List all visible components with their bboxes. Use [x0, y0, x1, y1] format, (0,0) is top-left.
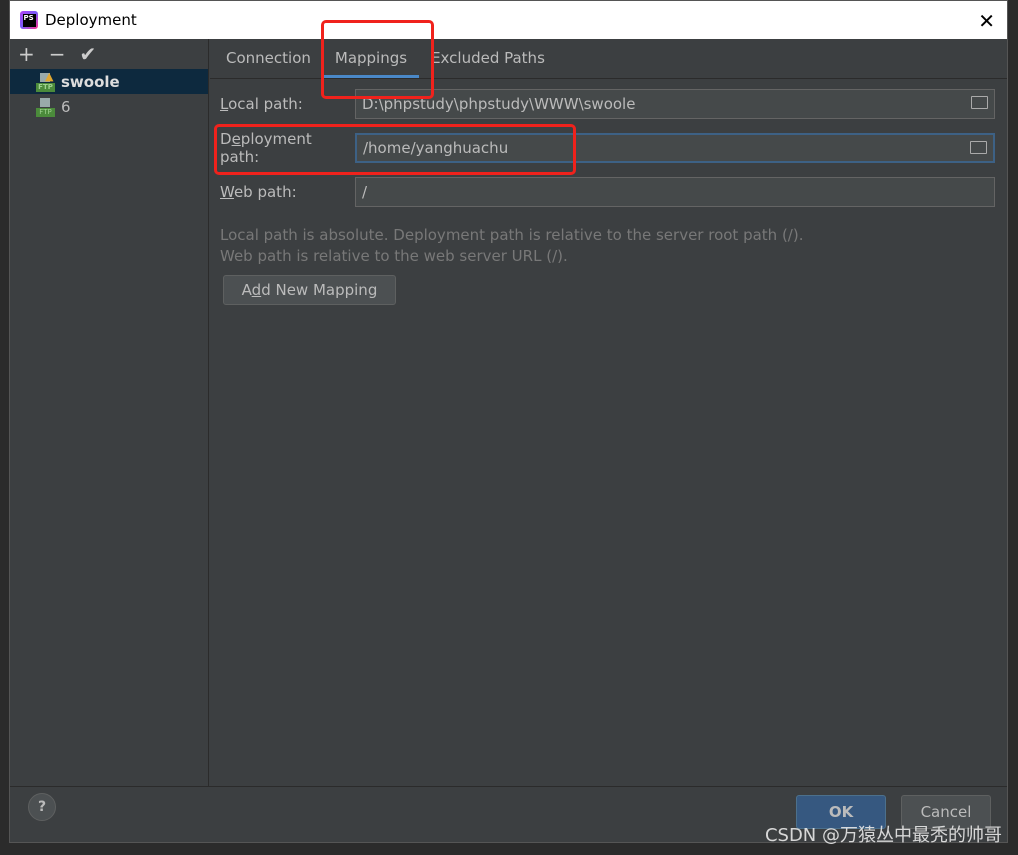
help-button[interactable]: ? — [28, 793, 56, 821]
server-name: swoole — [61, 72, 120, 91]
watermark: CSDN @万猿丛中最秃的帅哥 — [764, 825, 1002, 846]
phpstorm-logo-icon: PS _ — [20, 11, 38, 30]
title-bar: PS _ Deployment ✕ — [10, 1, 1007, 39]
local-path-input[interactable]: D:\phpstudy\phpstudy\WWW\swoole — [355, 89, 995, 119]
warning-icon: ▲ — [45, 69, 54, 83]
help-text: Local path is absolute. Deployment path … — [220, 226, 804, 265]
tab-excluded-paths[interactable]: Excluded Paths — [419, 39, 557, 78]
window-title: Deployment — [45, 11, 137, 29]
remove-server-button[interactable]: − — [49, 42, 66, 66]
web-path-row: Web path: / — [220, 177, 995, 207]
server-toolbar: + − ✔ — [10, 39, 208, 69]
add-server-button[interactable]: + — [18, 42, 35, 66]
close-button[interactable]: ✕ — [978, 9, 995, 33]
ftp-server-icon: ▲ FTP — [36, 69, 56, 92]
ftp-server-icon: FTP — [36, 97, 56, 117]
browse-folder-icon[interactable] — [970, 141, 987, 154]
server-name: 6 — [61, 97, 71, 116]
web-path-label: Web path: — [220, 183, 297, 201]
highlight-box-deployment-path — [214, 124, 576, 175]
web-path-input[interactable]: / — [355, 177, 995, 207]
server-list-panel: + − ✔ ▲ FTP swoole FTP 6 — [10, 39, 209, 786]
server-item-6[interactable]: FTP 6 — [10, 94, 208, 119]
browse-folder-icon[interactable] — [971, 96, 988, 109]
server-item-swoole[interactable]: ▲ FTP swoole — [10, 69, 208, 94]
tab-connection[interactable]: Connection — [214, 39, 323, 78]
highlight-box-mappings — [321, 20, 434, 99]
set-default-button[interactable]: ✔ — [80, 42, 97, 66]
add-new-mapping-button[interactable]: Add New Mapping — [223, 275, 396, 305]
